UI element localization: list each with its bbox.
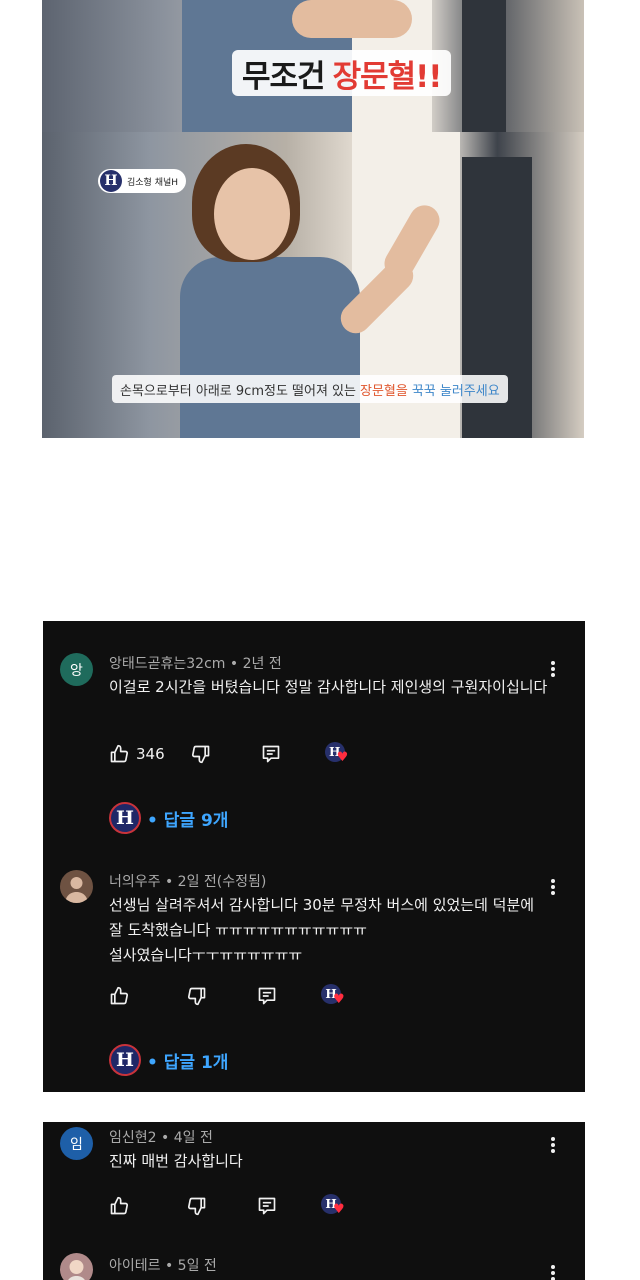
doctor-scrubs: [180, 257, 360, 438]
comment-author-meta: 너의우주 • 2일 전(수정됨): [109, 874, 267, 890]
channel-logo: H: [100, 170, 122, 192]
user-silhouette-icon: [65, 877, 88, 903]
comment-author-meta: 임신현2 • 4일 전: [109, 1130, 213, 1146]
reply-button[interactable]: [257, 1196, 277, 1216]
comment-actions: H ♥: [109, 1193, 345, 1219]
caption-word-1: 무조건: [242, 58, 326, 95]
comment-text: 이걸로 2시간을 버텼습니다 정말 감사합니다 제인생의 구원자이십니다: [109, 678, 548, 696]
channel-badge: H 김소형 채널H: [98, 169, 187, 193]
replies-label: • 답글 1개: [147, 1052, 229, 1073]
thumbs-up-icon: [110, 1196, 129, 1215]
like-button[interactable]: 346: [109, 744, 165, 764]
view-replies-button[interactable]: H • 답글 1개: [109, 1043, 228, 1077]
replies-label: • 답글 9개: [147, 810, 229, 831]
comment-reply-icon: [262, 745, 279, 763]
more-vert-icon[interactable]: [545, 1262, 561, 1280]
caption-banner-bottom: 손목으로부터 아래로 9cm정도 떨어져 있는 장문혈을 꾹꾹 눌러주세요: [112, 375, 508, 403]
creator-heart-icon: H ♥: [321, 1194, 345, 1218]
thumbs-down-icon: [187, 987, 206, 1006]
avatar[interactable]: [60, 1253, 93, 1280]
caption-word-2: 장문혈!!: [332, 58, 443, 95]
comment-reply-icon: [258, 987, 276, 1005]
thumbs-down-icon: [191, 745, 209, 764]
creator-heart: H ♥: [321, 1194, 345, 1218]
creator-heart: H ♥: [321, 984, 345, 1008]
avatar[interactable]: 앙: [60, 653, 93, 686]
channel-avatar-icon: H: [109, 1044, 141, 1076]
video-frame-top: 무조건 장문혈!!: [42, 0, 584, 132]
channel-name: 김소형 채널H: [127, 177, 179, 188]
doctor-arm: [292, 0, 412, 38]
reply-button[interactable]: [261, 744, 281, 764]
window-background: [462, 0, 506, 132]
thumbs-up-icon: [110, 744, 129, 763]
caption-highlight-action: 꾹꾹 눌러주세요: [411, 383, 500, 399]
doctor-face: [214, 168, 290, 260]
caption-highlight-acupoint: 장문혈을: [359, 383, 408, 399]
creator-heart-icon: H ♥: [321, 984, 345, 1008]
comment-actions: H ♥: [109, 983, 345, 1009]
comments-card-2: 임 임신현2 • 4일 전 진짜 매번 감사합니다 H ♥ 아이테르 • 5일 …: [43, 1122, 585, 1280]
comment-author-meta: 아이테르 • 5일 전: [109, 1258, 217, 1274]
comment-author-meta: 앙태드곧휴는32cm • 2년 전: [109, 656, 282, 672]
avatar[interactable]: 임: [60, 1127, 93, 1160]
channel-avatar-icon: H: [109, 802, 141, 834]
like-button[interactable]: [109, 986, 129, 1006]
thumbs-up-icon: [110, 986, 129, 1005]
page: 무조건 장문혈!! H 김소형 채널H 손목으로부터 아래로 9cm정도 떨어져…: [0, 0, 640, 1280]
dislike-button[interactable]: [191, 744, 211, 764]
dislike-button[interactable]: [187, 1196, 207, 1216]
creator-heart-icon: H ♥: [324, 742, 349, 766]
user-photo-icon: [68, 1260, 85, 1280]
video-frame-bottom: H 김소형 채널H 손목으로부터 아래로 9cm정도 떨어져 있는 장문혈을 꾹…: [42, 132, 584, 438]
like-button[interactable]: [109, 1196, 129, 1216]
comment-text: 진짜 매번 감사합니다: [109, 1152, 243, 1170]
comment-actions: 346 H ♥: [109, 741, 349, 767]
view-replies-button[interactable]: H • 답글 9개: [109, 801, 228, 835]
dislike-button[interactable]: [187, 986, 207, 1006]
comments-card-1: 앙 앙태드곧휴는32cm • 2년 전 이걸로 2시간을 버텼습니다 정말 감사…: [43, 621, 585, 1092]
caption-text: 손목으로부터 아래로 9cm정도 떨어져 있는: [120, 383, 356, 399]
caption-banner-top: 무조건 장문혈!!: [232, 50, 452, 96]
reply-button[interactable]: [257, 986, 277, 1006]
comment-text: 선생님 살려주셔서 감사합니다 30분 무정차 버스에 있었는데 덕분에 잘 도…: [109, 896, 535, 964]
thumbs-down-icon: [187, 1197, 206, 1216]
avatar[interactable]: [60, 870, 93, 903]
comment-reply-icon: [258, 1197, 276, 1215]
creator-heart: H ♥: [324, 742, 349, 766]
like-count: 346: [136, 745, 165, 763]
